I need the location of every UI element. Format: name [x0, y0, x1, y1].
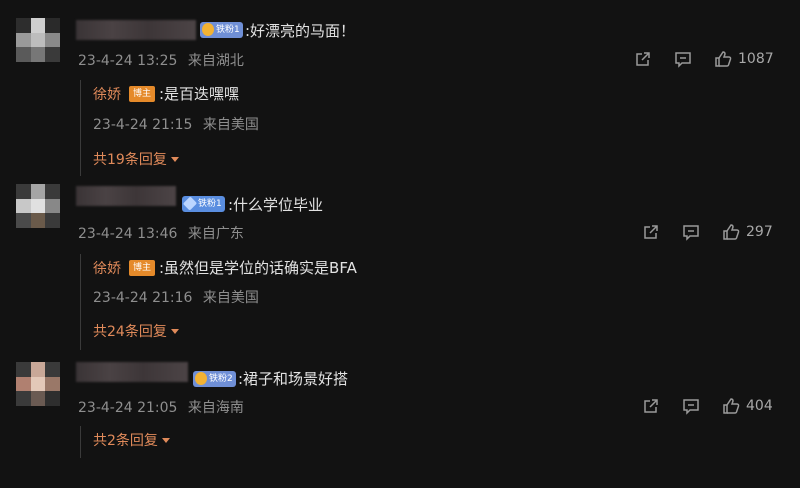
- comment-actions: 1087: [634, 49, 774, 69]
- like-icon[interactable]: [714, 50, 732, 68]
- reply-block: 徐娇 博主 :虽然但是学位的话确实是BFA 23-4-24 21:16 来自美国…: [80, 254, 780, 350]
- comment-text: :好漂亮的马面！: [245, 22, 356, 40]
- reply-location: 来自美国: [202, 117, 259, 133]
- comment-text: :什么学位毕业: [228, 196, 324, 214]
- comment-actions: 297: [642, 222, 773, 242]
- comment-actions: 404: [642, 396, 773, 416]
- comment-time: 23-4-24 13:46: [78, 226, 178, 242]
- host-badge: 博主: [129, 260, 156, 276]
- comment-location: 来自海南: [187, 400, 244, 416]
- avatar[interactable]: [16, 362, 60, 406]
- comment-location: 来自湖北: [187, 53, 244, 69]
- fan-badge[interactable]: 铁粉2: [193, 371, 236, 387]
- share-icon[interactable]: [642, 397, 660, 415]
- avatar[interactable]: [16, 18, 60, 62]
- reply-time: 23-4-24 21:15: [93, 117, 193, 133]
- comment-text: :裙子和场景好搭: [238, 370, 349, 388]
- fan-badge-icon: [182, 196, 198, 211]
- fan-badge-icon: [195, 372, 207, 385]
- like-count: 1087: [738, 51, 774, 67]
- host-badge: 博主: [129, 86, 156, 102]
- comment-icon[interactable]: [682, 223, 700, 241]
- reply-meta: 23-4-24 21:16 来自美国: [93, 287, 259, 307]
- reply-block: 徐娇 博主 :是百迭嘿嘿 23-4-24 21:15 来自美国 共19条回复: [80, 80, 780, 176]
- comment-time: 23-4-24 21:05: [78, 400, 178, 416]
- comment-meta: 23-4-24 13:46 来自广东: [78, 223, 244, 243]
- more-replies-label: 共19条回复: [93, 152, 167, 168]
- reply-block: 共2条回复: [80, 426, 780, 458]
- fan-badge[interactable]: 铁粉1: [182, 196, 225, 212]
- comment-meta: 23-4-24 21:05 来自海南: [78, 397, 244, 417]
- reply-text: :虽然但是学位的话确实是BFA: [159, 259, 357, 277]
- reply-time: 23-4-24 21:16: [93, 290, 193, 306]
- more-replies-label: 共2条回复: [93, 433, 158, 449]
- caret-down-icon: [170, 328, 179, 334]
- comment-time: 23-4-24 13:25: [78, 53, 178, 69]
- reply-author[interactable]: 徐娇: [93, 84, 121, 104]
- like-count: 404: [746, 398, 773, 414]
- comment-meta: 23-4-24 13:25 来自湖北: [78, 50, 244, 70]
- more-replies-link[interactable]: 共19条回复: [93, 149, 179, 169]
- comment-icon[interactable]: [682, 397, 700, 415]
- username[interactable]: [76, 362, 188, 382]
- reply-text: :是百迭嘿嘿: [159, 85, 240, 103]
- more-replies-link[interactable]: 共24条回复: [93, 321, 179, 341]
- share-icon[interactable]: [634, 50, 652, 68]
- like-count: 297: [746, 224, 773, 240]
- caret-down-icon: [170, 156, 179, 162]
- more-replies-label: 共24条回复: [93, 324, 167, 340]
- more-replies-link[interactable]: 共2条回复: [93, 430, 170, 450]
- reply-meta: 23-4-24 21:15 来自美国: [93, 114, 259, 134]
- comment-location: 来自广东: [187, 226, 244, 242]
- reply-author[interactable]: 徐娇: [93, 258, 121, 278]
- username[interactable]: [76, 186, 176, 206]
- caret-down-icon: [161, 437, 170, 443]
- like-icon[interactable]: [722, 397, 740, 415]
- like-icon[interactable]: [722, 223, 740, 241]
- fan-badge-icon: [202, 23, 214, 36]
- reply-location: 来自美国: [202, 290, 259, 306]
- username[interactable]: [76, 20, 196, 40]
- share-icon[interactable]: [642, 223, 660, 241]
- avatar[interactable]: [16, 184, 60, 228]
- comment-icon[interactable]: [674, 50, 692, 68]
- fan-badge[interactable]: 铁粉1: [200, 22, 243, 38]
